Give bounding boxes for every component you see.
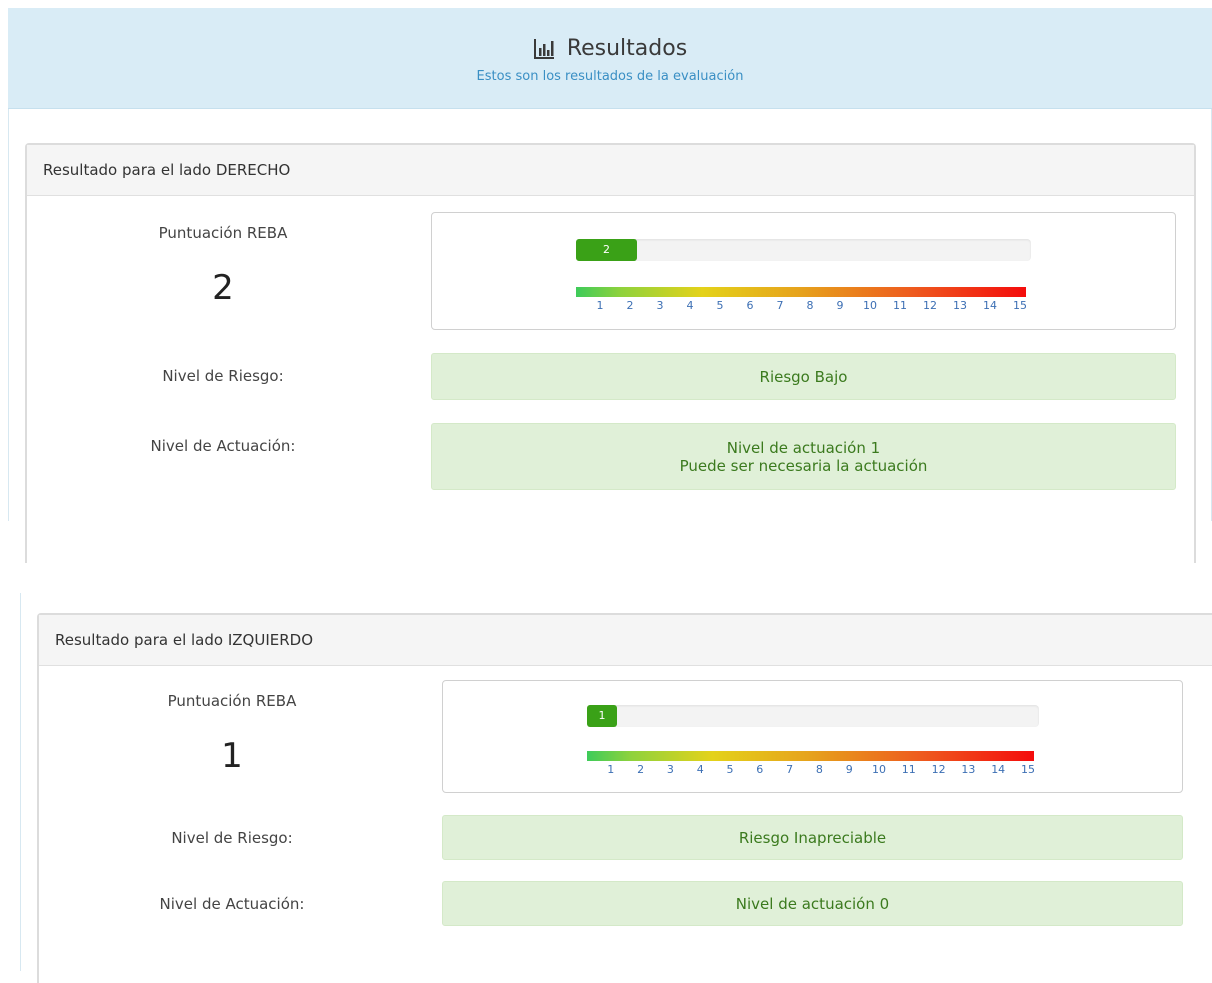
progress-fill: 1 — [587, 705, 617, 727]
scale-tick: 11 — [893, 299, 907, 312]
progress-fill: 2 — [576, 239, 637, 261]
risk-scale-ticks: 1 2 3 4 5 6 7 8 9 10 11 12 13 14 15 — [576, 299, 1028, 313]
panel-heading: Resultado para el lado IZQUIERDO — [39, 615, 1212, 666]
score-value: 2 — [212, 268, 234, 308]
scale-tick: 12 — [923, 299, 937, 312]
scale-tick: 11 — [901, 763, 916, 776]
scale-tick: 3 — [656, 299, 664, 312]
scale-tick: 2 — [626, 299, 634, 312]
scale-tick: 14 — [991, 763, 1006, 776]
score-value: 1 — [221, 736, 243, 776]
scale-tick: 7 — [786, 763, 794, 776]
action-level-alert: Nivel de actuación 0 — [442, 881, 1183, 926]
scale-tick: 7 — [776, 299, 784, 312]
action-level-alert: Nivel de actuación 1 Puede ser necesaria… — [431, 423, 1176, 490]
scale-tick: 4 — [686, 299, 694, 312]
scale-tick: 8 — [806, 299, 814, 312]
risk-label: Nivel de Riesgo: — [162, 367, 284, 385]
scale-tick: 14 — [983, 299, 997, 312]
scale-tick: 13 — [961, 763, 976, 776]
score-gauge: 1 1 2 3 4 5 6 7 8 9 10 11 12 13 14 15 — [442, 680, 1183, 793]
risk-scale-ticks: 1 2 3 4 5 6 7 8 9 10 11 12 13 14 15 — [587, 763, 1035, 777]
scale-tick: 9 — [836, 299, 844, 312]
scale-tick: 4 — [696, 763, 704, 776]
scale-tick: 2 — [637, 763, 645, 776]
progress-track: 2 — [576, 239, 1031, 261]
scale-tick: 1 — [607, 763, 615, 776]
action-level-detail: Puede ser necesaria la actuación — [679, 456, 928, 475]
risk-level-text: Riesgo Bajo — [759, 367, 848, 386]
scale-tick: 1 — [596, 299, 604, 312]
results-frame-bottom — [20, 593, 21, 971]
action-label: Nivel de Actuación: — [150, 437, 296, 455]
action-label: Nivel de Actuación: — [159, 895, 305, 913]
scale-tick: 8 — [815, 763, 823, 776]
scale-tick: 9 — [845, 763, 853, 776]
score-label: Puntuación REBA — [167, 692, 297, 710]
risk-scale-gradient — [587, 751, 1034, 761]
panel-heading: Resultado para el lado DERECHO — [27, 145, 1194, 196]
scale-tick: 10 — [863, 299, 877, 312]
scale-tick: 10 — [872, 763, 886, 776]
panel-left-side: Resultado para el lado IZQUIERDO — [37, 613, 1212, 983]
risk-level-alert: Riesgo Inapreciable — [442, 815, 1183, 860]
scale-tick: 6 — [746, 299, 754, 312]
score-gauge: 2 1 2 3 4 5 6 7 8 9 10 11 12 13 14 15 — [431, 212, 1176, 330]
action-level-text: Nivel de actuación 1 — [726, 438, 881, 457]
scale-tick: 15 — [1021, 763, 1035, 776]
scale-tick: 3 — [666, 763, 674, 776]
risk-level-alert: Riesgo Bajo — [431, 353, 1176, 400]
page-title: Resultados — [8, 36, 1212, 61]
scale-tick: 6 — [756, 763, 764, 776]
score-label: Puntuación REBA — [158, 224, 288, 242]
progress-track: 1 — [587, 705, 1039, 727]
scale-tick: 15 — [1013, 299, 1027, 312]
risk-label: Nivel de Riesgo: — [171, 829, 293, 847]
risk-level-text: Riesgo Inapreciable — [738, 828, 887, 847]
scale-tick: 12 — [931, 763, 946, 776]
header-title-text: Resultados — [566, 36, 688, 61]
scale-tick: 5 — [716, 299, 724, 312]
scale-tick: 5 — [726, 763, 734, 776]
results-header: Resultados Estos son los resultados de l… — [8, 8, 1212, 109]
header-subtitle: Estos son los resultados de la evaluació… — [476, 69, 744, 84]
scale-tick: 13 — [953, 299, 967, 312]
bar-chart-icon — [533, 38, 554, 59]
risk-scale-gradient — [576, 287, 1026, 297]
action-level-text: Nivel de actuación 0 — [735, 894, 890, 913]
